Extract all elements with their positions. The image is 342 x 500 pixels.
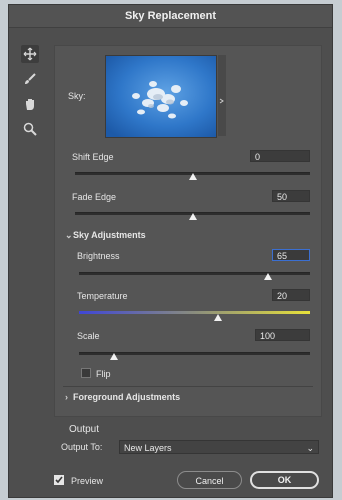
chevron-down-icon: ⌄ bbox=[306, 443, 314, 453]
tool-column bbox=[21, 45, 41, 145]
preview-checkbox[interactable] bbox=[54, 475, 64, 485]
foreground-adjustments-header[interactable]: › Foreground Adjustments bbox=[65, 392, 180, 402]
sky-adjustments-label: Sky Adjustments bbox=[73, 230, 146, 240]
dialog-title: Sky Replacement bbox=[9, 5, 332, 28]
brightness-slider-thumb[interactable] bbox=[264, 273, 273, 280]
sky-label: Sky: bbox=[68, 91, 86, 101]
scale-label: Scale bbox=[77, 331, 100, 341]
brightness-input[interactable]: 65 bbox=[272, 249, 310, 261]
shift-edge-label: Shift Edge bbox=[72, 152, 114, 162]
sky-preview-image bbox=[106, 56, 216, 137]
move-tool[interactable] bbox=[21, 45, 39, 63]
brightness-slider-track[interactable] bbox=[79, 272, 310, 275]
checkmark-icon bbox=[55, 476, 63, 484]
shift-edge-input[interactable]: 0 bbox=[250, 150, 310, 162]
sky-brush-tool[interactable] bbox=[21, 70, 39, 88]
sky-preset-thumbnail[interactable] bbox=[105, 55, 217, 138]
sky-replacement-dialog: Sky Replacement Sky: Shift Edge 0 Fade E… bbox=[8, 4, 333, 498]
shift-edge-slider-thumb[interactable] bbox=[188, 173, 197, 180]
chevron-right-icon bbox=[219, 98, 224, 104]
ok-button[interactable]: OK bbox=[250, 471, 319, 489]
sky-adjustments-header[interactable]: ⌄Sky Adjustments bbox=[65, 230, 146, 241]
divider bbox=[63, 386, 313, 387]
scale-slider-thumb[interactable] bbox=[109, 353, 118, 360]
brightness-label: Brightness bbox=[77, 251, 120, 261]
foreground-adjustments-label: Foreground Adjustments bbox=[73, 392, 181, 402]
temperature-slider-thumb[interactable] bbox=[213, 314, 222, 321]
temperature-slider-track[interactable] bbox=[79, 311, 310, 314]
zoom-tool[interactable] bbox=[21, 120, 39, 138]
fade-edge-slider-thumb[interactable] bbox=[188, 213, 197, 220]
sky-preset-scroll[interactable] bbox=[218, 55, 226, 136]
scale-input[interactable]: 100 bbox=[255, 329, 310, 341]
chevron-right-icon: › bbox=[65, 392, 68, 402]
output-to-value: New Layers bbox=[124, 443, 172, 453]
settings-panel: Sky: Shift Edge 0 Fade Edge 50 ⌄Sky Adju… bbox=[54, 45, 322, 417]
output-to-label: Output To: bbox=[61, 442, 103, 452]
temperature-label: Temperature bbox=[77, 291, 128, 301]
chevron-down-icon: ⌄ bbox=[65, 230, 73, 240]
fade-edge-input[interactable]: 50 bbox=[272, 190, 310, 202]
hand-icon bbox=[26, 99, 34, 110]
move-icon bbox=[23, 47, 37, 61]
temperature-input[interactable]: 20 bbox=[272, 289, 310, 301]
preview-label: Preview bbox=[71, 476, 104, 486]
cancel-button[interactable]: Cancel bbox=[177, 471, 242, 489]
zoom-icon bbox=[23, 122, 37, 136]
output-heading: Output bbox=[69, 424, 100, 435]
hand-tool[interactable] bbox=[21, 95, 39, 113]
brush-icon bbox=[25, 73, 36, 84]
output-to-select[interactable]: New Layers ⌄ bbox=[119, 440, 319, 454]
fade-edge-label: Fade Edge bbox=[72, 192, 117, 202]
flip-checkbox[interactable] bbox=[81, 368, 91, 378]
flip-label: Flip bbox=[96, 369, 111, 379]
